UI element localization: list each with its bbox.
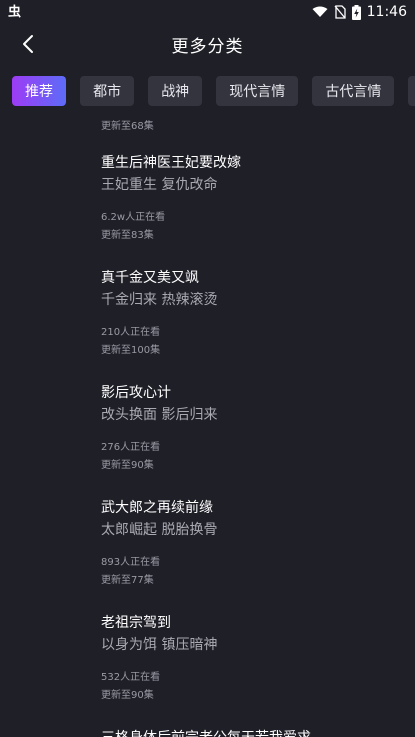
item-title: 武大郎之再续前缘	[101, 500, 213, 516]
tab-recommended[interactable]: 推荐	[12, 76, 66, 106]
wifi-icon	[312, 6, 328, 17]
clock: 11:46	[366, 4, 407, 20]
viewer-count: 6.2w人正在看	[101, 212, 166, 223]
episode-count: 更新至90集	[101, 460, 154, 471]
viewer-count: 893人正在看	[101, 557, 161, 568]
no-sim-icon	[334, 5, 346, 19]
tab-ancient-romance[interactable]: 古代言情	[312, 76, 395, 106]
item-title: 重生后神医王妃要改嫁	[101, 155, 241, 171]
battery-charging-icon	[351, 4, 361, 20]
episode-count: 更新至100集	[101, 345, 161, 356]
item-title: 三格身体后前宗老公每天若我爱求	[101, 727, 415, 737]
item-tags: 太郎崛起 脱胎换骨	[101, 522, 218, 538]
item-tags: 改头换面 影后归来	[101, 407, 218, 423]
back-button[interactable]	[12, 28, 44, 60]
item-title: 真千金又美又飒	[101, 270, 199, 286]
tab-urban[interactable]: 都市	[80, 76, 135, 106]
viewer-count: 276人正在看	[101, 442, 161, 453]
list-item[interactable]: 影后攻心计 改头换面 影后归来 276人正在看 更新至90集	[0, 382, 415, 475]
tab-war-god[interactable]: 战神	[148, 76, 203, 106]
chevron-left-icon	[23, 35, 33, 53]
episode-count: 更新至83集	[101, 230, 154, 241]
episode-count: 更新至90集	[101, 690, 154, 701]
item-tags: 王妃重生 复仇改命	[101, 177, 218, 193]
status-bar: 虫 11:46	[0, 0, 415, 24]
item-title: 影后攻心计	[101, 385, 171, 401]
viewer-count: 210人正在看	[101, 327, 161, 338]
item-title: 老祖宗驾到	[101, 615, 171, 631]
item-tags: 以身为饵 镇压暗神	[101, 637, 218, 653]
viewer-count: 532人正在看	[101, 672, 161, 683]
app-notification-icon: 虫	[8, 4, 22, 20]
item-tags: 千金归来 热辣滚烫	[101, 292, 218, 308]
tab-modern-romance[interactable]: 现代言情	[216, 76, 299, 106]
list-item[interactable]: 重生后神医王妃要改嫁 王妃重生 复仇改命 6.2w人正在看 更新至83集	[0, 152, 415, 245]
list-item[interactable]: 真千金又美又飒 千金归来 热辣滚烫 210人正在看 更新至100集	[0, 267, 415, 360]
episode-count: 更新至68集	[101, 121, 154, 132]
list-item[interactable]: 老祖宗驾到 以身为饵 镇压暗神 532人正在看 更新至90集	[0, 612, 415, 705]
category-tabs: 推荐 都市 战神 现代言情 古代言情	[0, 76, 415, 108]
tab-overflow[interactable]	[408, 76, 415, 106]
list-item[interactable]: 武大郎之再续前缘 太郎崛起 脱胎换骨 893人正在看 更新至77集	[0, 497, 415, 590]
page-title: 更多分类	[171, 36, 244, 57]
drama-list: 更新至68集 重生后神医王妃要改嫁 王妃重生 复仇改命 6.2w人正在看 更新至…	[0, 110, 415, 737]
list-item[interactable]: 三格身体后前宗老公每天若我爱求	[0, 727, 415, 737]
episode-count: 更新至77集	[101, 575, 154, 586]
header: 更多分类	[0, 24, 415, 64]
